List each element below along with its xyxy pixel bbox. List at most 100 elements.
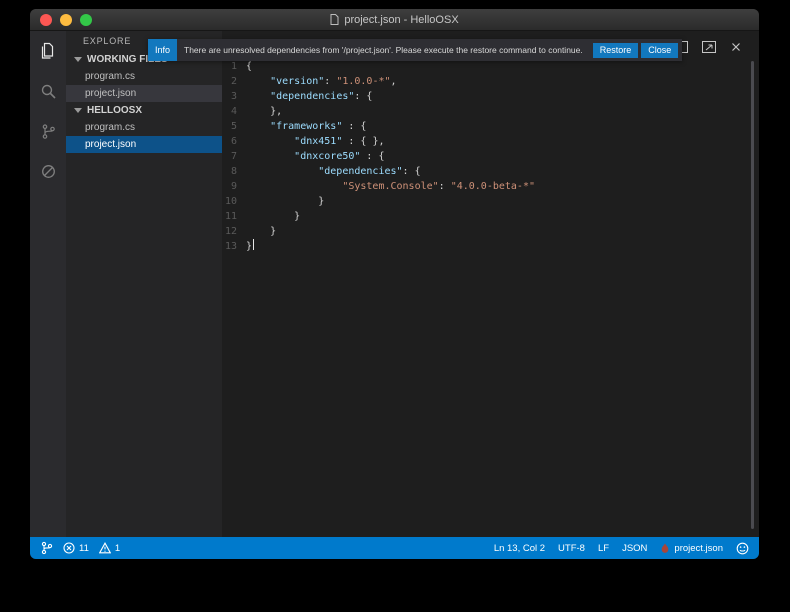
code-text: } (246, 211, 301, 222)
line-number: 6 (230, 136, 237, 147)
code-text: "dnx451" : { }, (294, 136, 385, 147)
notification-message: There are unresolved dependencies from '… (184, 45, 583, 55)
line-number: 11 (224, 211, 237, 222)
errors-icon (63, 542, 75, 554)
open-preview-icon (701, 39, 717, 55)
line-number: 13 (224, 241, 237, 252)
editor-scrollbar[interactable] (751, 61, 754, 529)
sidebar-item-search[interactable] (30, 71, 66, 111)
warnings-icon (98, 542, 111, 554)
code-line[interactable]: 12 } (222, 224, 745, 239)
chevron-down-icon (74, 108, 82, 113)
text-cursor (253, 239, 255, 250)
line-number: 9 (230, 181, 237, 192)
explorer-icon (39, 42, 57, 60)
code-line[interactable]: 11 } (222, 209, 745, 224)
sidebar-item-git[interactable] (30, 111, 66, 151)
code-line[interactable]: 5 "frameworks" : { (222, 119, 745, 134)
code-text: }, (246, 106, 283, 117)
code-line[interactable]: 9 "System.Console": "4.0.0-beta-*" (222, 179, 745, 194)
notification-bar: Info There are unresolved dependencies f… (148, 39, 683, 61)
status-left: 11 1 (40, 541, 120, 555)
titlebar: project.json - HelloOSX (30, 9, 759, 31)
close-icon (729, 40, 743, 54)
file-item[interactable]: project.json (66, 136, 222, 153)
code-text: "dependencies": { (270, 91, 373, 102)
sidebar-item-explorer[interactable] (30, 31, 66, 71)
cursor-position[interactable]: Ln 13, Col 2 (494, 543, 545, 554)
info-badge: Info (148, 39, 178, 61)
code-text: } (246, 226, 277, 237)
code-line[interactable]: 10 } (222, 194, 745, 209)
code-line[interactable]: 3 "dependencies": { (222, 89, 745, 104)
close-window-button[interactable] (40, 14, 52, 26)
file-item[interactable]: program.cs (66, 68, 222, 85)
open-preview-button[interactable] (701, 39, 717, 55)
git-icon (40, 123, 57, 140)
code-line[interactable]: 8 "dependencies": { (222, 164, 745, 179)
code-text: "System.Console": "4.0.0-beta-*" (342, 181, 535, 192)
chevron-down-icon (74, 57, 82, 62)
zoom-window-button[interactable] (80, 14, 92, 26)
line-number: 3 (230, 91, 237, 102)
section-header[interactable]: HELLOOSX (66, 102, 222, 119)
code-text: } (246, 239, 255, 252)
flame-icon (660, 542, 670, 555)
code-line[interactable]: 2 "version": "1.0.0-*", (222, 74, 745, 89)
line-number: 8 (230, 166, 237, 177)
line-number: 1 (230, 61, 237, 72)
line-number: 12 (224, 226, 237, 237)
app-window: project.json - HelloOSX EXPLORE WORKING … (30, 9, 759, 559)
line-number: 5 (230, 121, 237, 132)
minimize-window-button[interactable] (60, 14, 72, 26)
git-branch-icon[interactable] (40, 541, 53, 555)
search-icon (40, 83, 57, 100)
feedback-smiley-icon[interactable] (736, 542, 749, 555)
window-title-area: project.json - HelloOSX (30, 9, 759, 30)
line-number: 4 (230, 106, 237, 117)
active-project[interactable]: project.json (660, 542, 723, 555)
warning-count[interactable]: 1 (98, 542, 121, 554)
encoding-indicator[interactable]: UTF-8 (558, 543, 585, 554)
restore-button[interactable]: Restore (592, 42, 639, 58)
line-number: 7 (230, 151, 237, 162)
editor-actions (673, 39, 743, 55)
code-line[interactable]: 1{ (222, 59, 745, 74)
status-bar: 11 1 Ln 13, Col 2 UTF-8 LF JSON project.… (30, 537, 759, 559)
code-text: } (246, 196, 325, 207)
sidebar-item-debug[interactable] (30, 151, 66, 191)
code-line[interactable]: 4 }, (222, 104, 745, 119)
error-count[interactable]: 11 (63, 542, 89, 554)
file-item[interactable]: program.cs (66, 119, 222, 136)
editor-pane[interactable]: 1{2 "version": "1.0.0-*", 3 "dependencies… (222, 31, 759, 537)
code-text: "version": "1.0.0-*", (270, 76, 397, 87)
code-area[interactable]: 1{2 "version": "1.0.0-*", 3 "dependencies… (222, 59, 745, 254)
traffic-lights (40, 14, 92, 26)
status-right: Ln 13, Col 2 UTF-8 LF JSON project.json (494, 542, 749, 555)
language-mode[interactable]: JSON (622, 543, 647, 554)
code-line[interactable]: 7 "dnxcore50" : { (222, 149, 745, 164)
code-text: { (246, 61, 253, 72)
eol-indicator[interactable]: LF (598, 543, 609, 554)
error-count-label: 11 (79, 542, 89, 554)
document-icon (330, 14, 339, 25)
code-line[interactable]: 6 "dnx451" : { }, (222, 134, 745, 149)
workbench: EXPLORE WORKING FILES program.cs project.j… (30, 31, 759, 537)
sidebar-sections: WORKING FILES program.cs project.json HELLO… (66, 51, 222, 153)
line-number: 2 (230, 76, 237, 87)
notification-close-button[interactable]: Close (641, 42, 679, 58)
code-text: "dependencies": { (318, 166, 421, 177)
debug-icon (40, 163, 57, 180)
close-editor-button[interactable] (729, 39, 743, 55)
activity-bar (30, 31, 66, 537)
sidebar-explorer: EXPLORE WORKING FILES program.cs project.j… (66, 31, 222, 537)
code-text: "frameworks" : { (270, 121, 367, 132)
section-label: HELLOOSX (87, 105, 143, 116)
code-text: "dnxcore50" : { (294, 151, 385, 162)
line-number: 10 (224, 196, 237, 207)
active-project-label: project.json (674, 542, 723, 554)
code-line[interactable]: 13} (222, 239, 745, 254)
window-title: project.json - HelloOSX (344, 13, 459, 26)
warning-count-label: 1 (114, 542, 121, 554)
file-item[interactable]: project.json (66, 85, 222, 102)
